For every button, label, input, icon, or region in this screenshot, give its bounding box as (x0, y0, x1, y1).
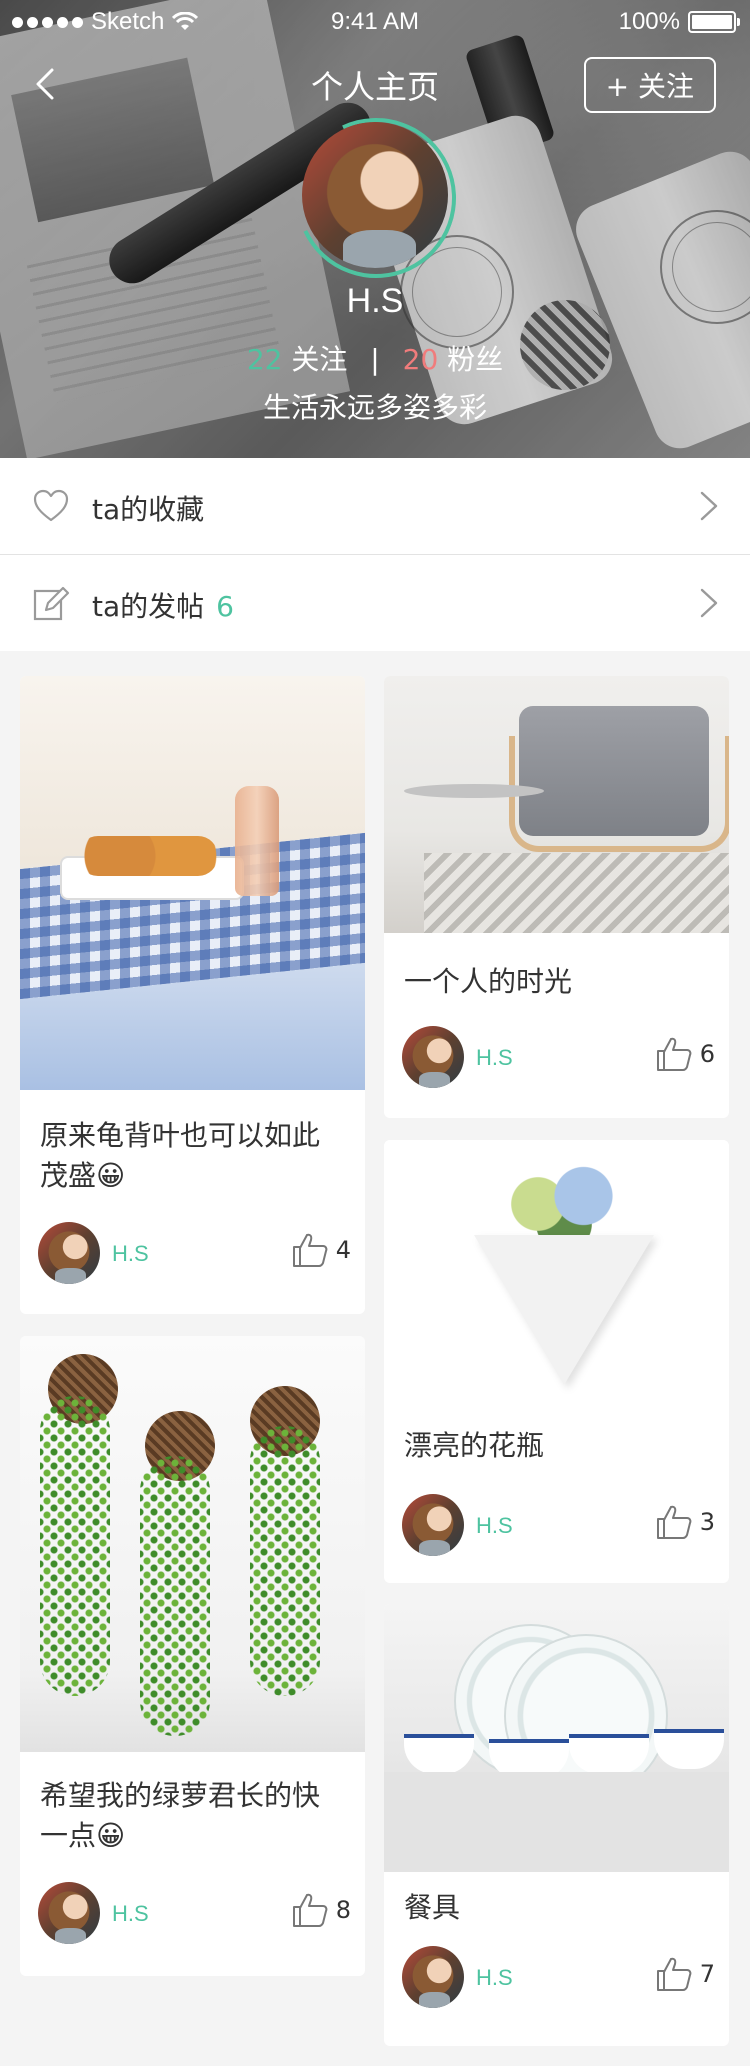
stats-separator: | (370, 343, 380, 376)
posts-label: ta的发帖 6 (92, 585, 234, 625)
thumbs-up-icon (292, 1233, 328, 1267)
following-stat[interactable]: 22 关注 (247, 343, 356, 376)
post-title: 希望我的绿萝君长的快一点😀 (40, 1779, 321, 1852)
profile-stats: 22 关注 | 20 粉丝 (0, 338, 750, 378)
followers-count: 20 (402, 343, 439, 376)
battery-icon (688, 11, 740, 33)
like-button[interactable]: 4 (290, 1230, 351, 1270)
like-button[interactable]: 7 (654, 1954, 715, 1994)
post-image (384, 676, 729, 933)
followers-stat[interactable]: 20 粉丝 (403, 343, 504, 376)
follow-button[interactable]: + 关注 (583, 57, 716, 113)
post-card[interactable]: 希望我的绿萝君长的快一点😀 H.S 8 (20, 1336, 365, 1976)
following-count: 22 (246, 343, 283, 376)
like-count: 3 (699, 1508, 715, 1536)
like-count: 7 (699, 1960, 715, 1988)
post-card[interactable]: 餐具 H.S 7 (384, 1604, 729, 2046)
post-image (20, 676, 365, 1090)
thumbs-up-icon (656, 1957, 692, 1991)
heart-icon (33, 489, 69, 522)
like-count: 4 (335, 1236, 351, 1264)
profile-header: Sketch 9:41 AM 100% 个人主页 + 关注 H.S 22 关注 (0, 0, 750, 458)
author-name[interactable]: H.S (476, 1513, 513, 1539)
nav-bar: 个人主页 + 关注 (0, 54, 750, 114)
author-avatar[interactable] (38, 1882, 100, 1944)
post-image (20, 1336, 365, 1752)
profile-bio: 生活永远多姿多彩 (262, 391, 487, 424)
battery-percent: 100% (618, 8, 680, 35)
favorites-label: ta的收藏 (92, 493, 205, 526)
thumbs-up-icon (656, 1037, 692, 1071)
author-avatar[interactable] (402, 1946, 464, 2008)
profile-avatar[interactable] (302, 122, 448, 268)
author-name[interactable]: H.S (476, 1965, 513, 1991)
author-name[interactable]: H.S (112, 1241, 149, 1267)
like-button[interactable]: 6 (654, 1034, 715, 1074)
author-name[interactable]: H.S (112, 1901, 149, 1927)
post-image (384, 1140, 729, 1398)
author-avatar[interactable] (402, 1494, 464, 1556)
post-title: 餐具 (404, 1891, 461, 1924)
posts-label-text: ta的发帖 (92, 590, 205, 623)
favorites-row[interactable]: ta的收藏 (0, 458, 750, 555)
post-image (384, 1604, 729, 1872)
following-label: 关注 (291, 343, 348, 376)
followers-label: 粉丝 (447, 343, 504, 376)
profile-name: H.S (346, 282, 404, 320)
posts-count: 6 (216, 590, 234, 623)
status-bar: Sketch 9:41 AM 100% (0, 0, 750, 44)
posts-row[interactable]: ta的发帖 6 (0, 555, 750, 651)
chevron-right-icon (700, 588, 718, 618)
like-count: 8 (335, 1896, 351, 1924)
like-button[interactable]: 8 (290, 1890, 351, 1930)
author-avatar[interactable] (402, 1026, 464, 1088)
like-count: 6 (699, 1040, 715, 1068)
author-name[interactable]: H.S (476, 1045, 513, 1071)
post-card[interactable]: 原来龟背叶也可以如此茂盛😀 H.S 4 (20, 676, 365, 1314)
post-title: 原来龟背叶也可以如此茂盛😀 (40, 1119, 321, 1192)
chevron-right-icon (700, 491, 718, 521)
post-title: 漂亮的花瓶 (404, 1429, 545, 1462)
post-card[interactable]: 一个人的时光 H.S 6 (384, 676, 729, 1118)
follow-button-label: + 关注 (605, 70, 694, 103)
author-avatar[interactable] (38, 1222, 100, 1284)
post-title: 一个人的时光 (404, 965, 573, 998)
thumbs-up-icon (292, 1893, 328, 1927)
post-card[interactable]: 漂亮的花瓶 H.S 3 (384, 1140, 729, 1583)
like-button[interactable]: 3 (654, 1502, 715, 1542)
edit-icon (33, 586, 70, 621)
thumbs-up-icon (656, 1505, 692, 1539)
